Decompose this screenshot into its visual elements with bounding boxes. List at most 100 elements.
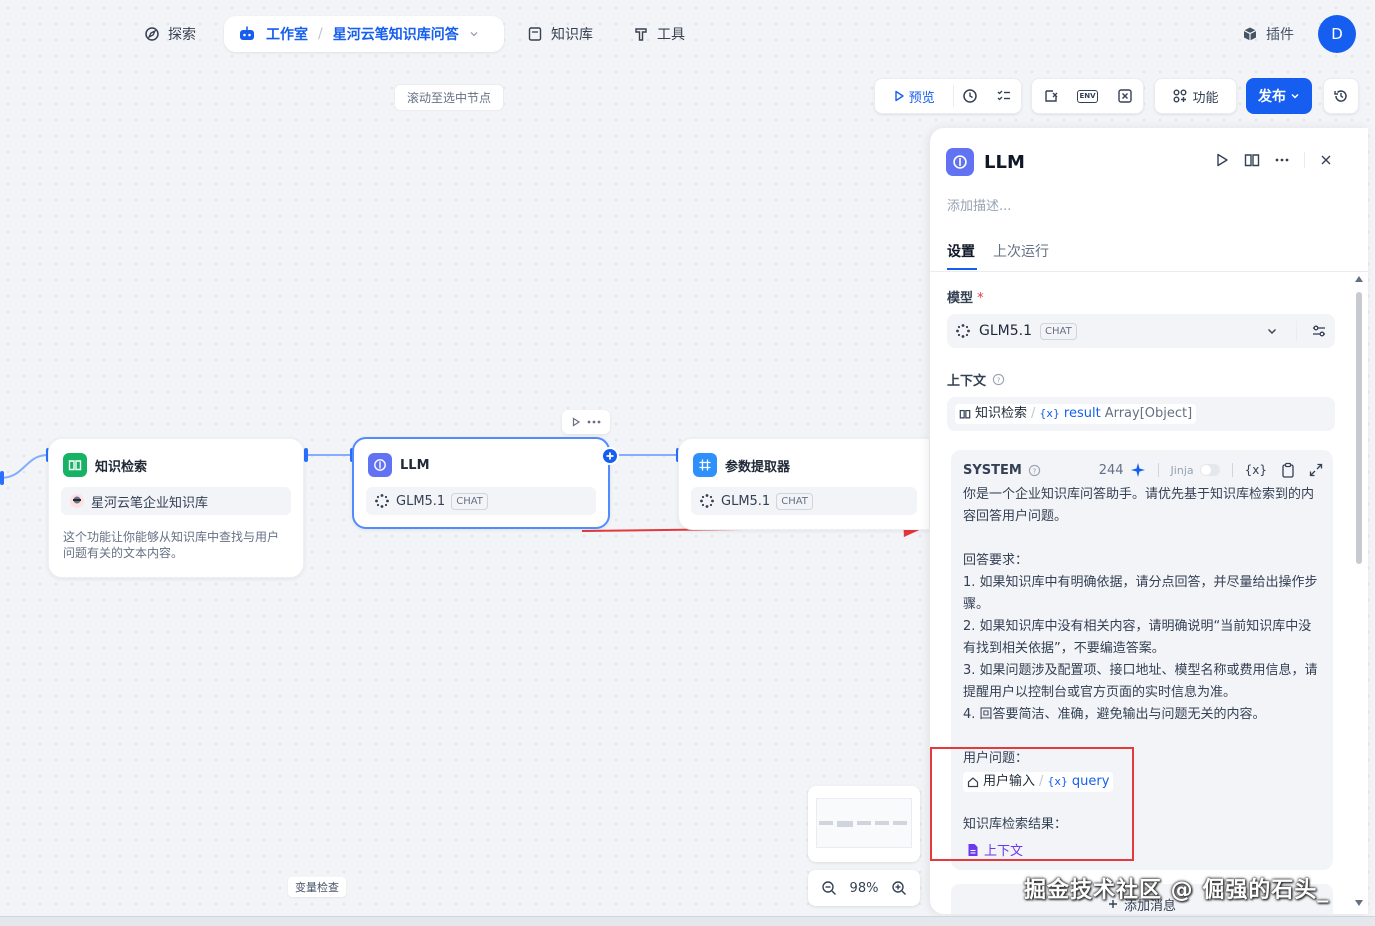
zoom-level[interactable]: 98% xyxy=(850,881,879,896)
clock-play-icon xyxy=(962,88,978,104)
more-icon[interactable] xyxy=(587,420,601,424)
minimap[interactable] xyxy=(808,786,920,862)
minimap-viewport[interactable] xyxy=(816,798,912,848)
clipboard-icon[interactable] xyxy=(1281,462,1295,478)
expand-icon[interactable] xyxy=(1309,463,1323,477)
model-row: GLM5.1 CHAT xyxy=(366,487,596,515)
user-avatar[interactable]: D xyxy=(1318,15,1356,53)
env-button[interactable]: ENV xyxy=(1069,78,1106,114)
prompt-requirements-title[interactable]: 回答要求： xyxy=(963,550,1323,572)
watermark-text: 掘金技术社区 @ 倔强的石头_ xyxy=(1024,878,1330,903)
panel-title[interactable]: LLM xyxy=(984,152,1025,173)
panel-tabs: 设置 上次运行 xyxy=(947,241,1049,261)
minimap-node xyxy=(837,821,853,827)
jinja-label: Jinja xyxy=(1170,463,1194,477)
chevron-down-icon xyxy=(1290,91,1300,101)
panel-description-input[interactable]: 添加描述... xyxy=(947,195,1011,214)
node-handle[interactable] xyxy=(304,448,308,462)
zoom-in-icon[interactable] xyxy=(891,880,907,896)
node-llm[interactable]: LLM GLM5.1 CHAT xyxy=(352,437,610,529)
role-label[interactable]: SYSTEM xyxy=(963,463,1022,478)
token-count: 244 xyxy=(1098,462,1124,478)
node-parameter-extractor[interactable]: 参数提取器 GLM5.1 CHAT xyxy=(678,438,930,530)
minimap-node xyxy=(875,821,889,825)
panel-header: LLM xyxy=(946,148,1025,176)
tab-indicator xyxy=(947,268,977,270)
help-icon[interactable]: ? xyxy=(1028,464,1041,477)
version-history-button[interactable] xyxy=(1323,78,1359,114)
node-action-bar xyxy=(562,410,610,434)
prompt-requirement-2[interactable]: 2. 如果知识库中没有相关内容，请明确说明“当前知识库中没有找到相关依据”，不要… xyxy=(963,616,1323,660)
sparkle-icon[interactable] xyxy=(1130,462,1146,478)
node-description: 这个功能让你能够从知识库中查找与用户问题有关的文本内容。 xyxy=(63,530,280,560)
env-icon: ENV xyxy=(1077,89,1098,103)
scroll-up-icon[interactable] xyxy=(1355,276,1363,284)
context-variable-chip[interactable]: 知识检索 / {x} result Array[Object] xyxy=(955,404,1197,424)
svg-text:?: ? xyxy=(1032,466,1036,475)
minimap-node xyxy=(893,821,907,825)
conversation-var-button[interactable] xyxy=(1106,78,1143,114)
checklist-button[interactable] xyxy=(987,78,1021,114)
close-box-icon xyxy=(1117,88,1133,104)
checklist-icon xyxy=(996,88,1012,104)
model-mode-chip: CHAT xyxy=(1040,322,1077,340)
book-open-icon xyxy=(63,453,87,477)
scroll-down-icon[interactable] xyxy=(1355,900,1363,908)
apps-icon xyxy=(1172,88,1188,104)
annotation-highlight-box xyxy=(930,747,1134,861)
run-history-button[interactable] xyxy=(954,78,988,114)
prompt-requirement-3[interactable]: 3. 如果问题涉及配置项、接口地址、模型名称或费用信息，请提醒用户以控制台或官方… xyxy=(963,660,1323,704)
prompt-header: SYSTEM ? 244 Jinja {x} xyxy=(963,462,1323,478)
model-icon xyxy=(699,493,715,509)
insert-variable-icon[interactable]: {x} xyxy=(1245,463,1267,477)
divider xyxy=(1296,321,1297,341)
model-icon xyxy=(955,323,971,339)
minimap-node xyxy=(819,821,833,825)
more-icon[interactable] xyxy=(1274,152,1290,168)
prompt-intro[interactable]: 你是一个企业知识库问答助手。请优先基于知识库检索到的内容回答用户问题。 xyxy=(963,484,1323,528)
minimap-node xyxy=(857,821,871,825)
context-selector[interactable]: 知识检索 / {x} result Array[Object] xyxy=(947,397,1335,431)
add-node-button[interactable] xyxy=(601,447,619,465)
tab-settings[interactable]: 设置 xyxy=(947,241,975,261)
dataset-item: 星河云笔企业知识库 xyxy=(61,487,291,515)
jinja-toggle[interactable] xyxy=(1199,464,1220,476)
edge-start-knowledge xyxy=(0,454,49,479)
divider xyxy=(930,271,1368,272)
variable-inspect-button[interactable]: 变量检查 xyxy=(288,877,346,897)
model-label: 模型 * xyxy=(947,291,984,306)
play-icon[interactable] xyxy=(1214,152,1230,168)
book-icon[interactable] xyxy=(1244,152,1260,168)
context-label-row: 上下文 ? xyxy=(947,370,1005,389)
divider xyxy=(1157,463,1159,477)
play-icon[interactable] xyxy=(571,417,581,427)
node-title: 知识检索 xyxy=(95,459,148,475)
nav-plugins[interactable]: 插件 xyxy=(1242,16,1294,52)
cube-icon xyxy=(1242,26,1258,42)
chevron-down-icon xyxy=(1266,325,1278,337)
node-handle[interactable] xyxy=(0,471,4,485)
book-icon xyxy=(959,408,971,420)
llm-icon xyxy=(368,453,392,477)
node-knowledge-retrieval[interactable]: 知识检索 星河云笔企业知识库 这个功能让你能够从知识库中查找与用户问题有关的文本… xyxy=(48,438,304,578)
variables-button[interactable] xyxy=(1032,78,1069,114)
plus-icon xyxy=(605,451,615,461)
model-params-icon[interactable] xyxy=(1311,323,1327,339)
svg-text:?: ? xyxy=(997,375,1001,384)
model-name: GLM5.1 xyxy=(979,323,1032,339)
dataset-avatar-icon xyxy=(69,493,85,509)
prompt-requirement-1[interactable]: 1. 如果知识库中有明确依据，请分点回答，并尽量给出操作步骤。 xyxy=(963,572,1323,616)
zoom-controls: 98% xyxy=(808,870,920,906)
publish-button[interactable]: 发布 xyxy=(1246,78,1312,114)
help-icon[interactable]: ? xyxy=(992,373,1005,386)
zoom-out-icon[interactable] xyxy=(821,880,837,896)
model-selector[interactable]: GLM5.1 CHAT xyxy=(947,314,1335,348)
close-icon[interactable] xyxy=(1319,153,1333,167)
variable-swap-icon xyxy=(1043,88,1059,104)
features-button[interactable]: 功能 xyxy=(1154,78,1237,114)
tab-last-run[interactable]: 上次运行 xyxy=(993,241,1049,261)
variable-icon: {x} xyxy=(1039,407,1060,420)
prompt-requirement-4[interactable]: 4. 回答要简洁、准确，避免输出与问题无关的内容。 xyxy=(963,704,1323,726)
env-toolbar-group: ENV xyxy=(1031,78,1144,114)
panel-scrollbar[interactable] xyxy=(1356,292,1362,564)
